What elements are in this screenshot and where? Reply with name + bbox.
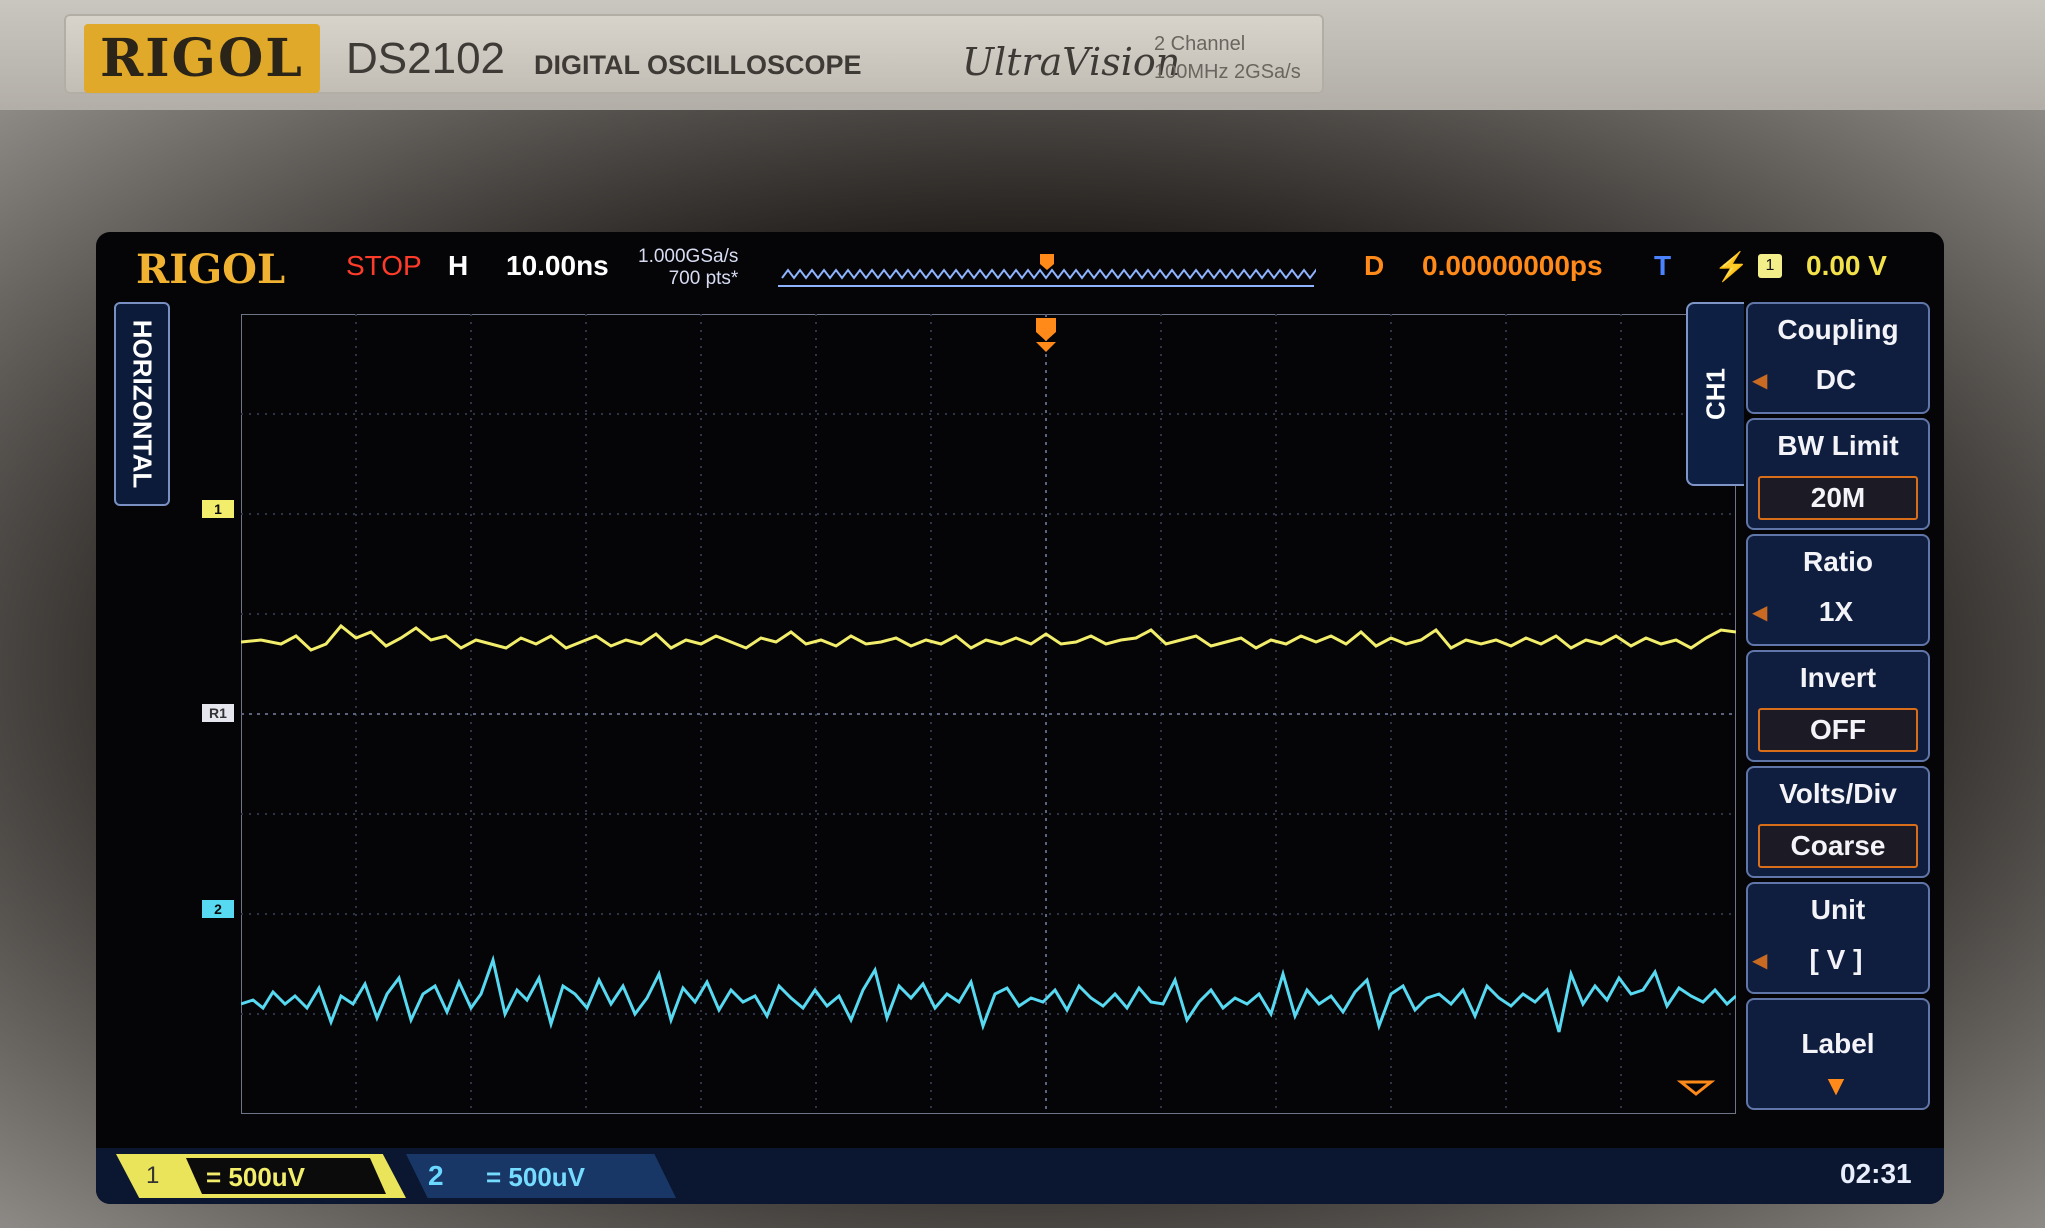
spec-channels: 2 Channel bbox=[1154, 33, 1246, 55]
ch2-offset-marker[interactable]: 2 bbox=[202, 900, 234, 918]
acquisition-info: 1.000GSa/s 700 pts* bbox=[638, 246, 738, 290]
menu-item-label[interactable]: Label ▼ bbox=[1746, 998, 1930, 1110]
coupling-label: Coupling bbox=[1777, 314, 1899, 345]
system-clock: 02:31 bbox=[1840, 1158, 1912, 1189]
horizontal-menu-tab[interactable]: HORIZONTAL bbox=[114, 302, 170, 506]
sample-rate: 1.000GSa/s bbox=[638, 246, 739, 267]
ch1-scale-box: = 500uV bbox=[186, 1158, 386, 1194]
status-bar: RIGOL STOP H 10.00ns 1.000GSa/s 700 pts*… bbox=[96, 232, 1944, 306]
delay-value[interactable]: 0.00000000ps bbox=[1422, 250, 1603, 282]
label-label: Label bbox=[1801, 1028, 1875, 1059]
trigger-label: T bbox=[1654, 250, 1672, 281]
device-spec: 2 Channel 100MHz 2GSa/s bbox=[1154, 30, 1301, 86]
ch1-menu-tab[interactable]: CH1 bbox=[1686, 302, 1744, 486]
ch1-scale-value: = 500uV bbox=[206, 1162, 306, 1192]
menu-item-ratio[interactable]: Ratio ◀ 1X bbox=[1746, 534, 1930, 646]
ch1-waveform bbox=[241, 623, 1736, 652]
menu-item-volts-div[interactable]: Volts/Div Coarse bbox=[1746, 766, 1930, 878]
model-name: DS2102 bbox=[346, 34, 506, 83]
channel-status-bar: 1 = 500uV 2 = 500uV 02:31 bbox=[96, 1148, 1944, 1204]
chevron-down-icon: ▼ bbox=[1822, 1070, 1850, 1101]
ch2-scale-chip[interactable]: 2 = 500uV bbox=[406, 1154, 676, 1198]
menu-item-bw-limit[interactable]: BW Limit 20M bbox=[1746, 418, 1930, 530]
rigol-logo: RIGOL bbox=[84, 24, 320, 93]
trigger-source-badge: 1 bbox=[1758, 254, 1782, 278]
ratio-label: Ratio bbox=[1803, 546, 1873, 577]
ch1-offset-marker[interactable]: 1 bbox=[202, 500, 234, 518]
scope-screen: RIGOL STOP H 10.00ns 1.000GSa/s 700 pts*… bbox=[96, 232, 1944, 1204]
menu-item-unit[interactable]: Unit ◀ [ V ] bbox=[1746, 882, 1930, 994]
horizontal-label: H bbox=[448, 250, 469, 281]
ch1-scale-chip[interactable]: 1 = 500uV bbox=[116, 1154, 406, 1198]
bw-limit-value: 20M bbox=[1758, 476, 1918, 520]
invert-value: OFF bbox=[1758, 708, 1918, 752]
spec-perf: 100MHz 2GSa/s bbox=[1154, 61, 1301, 83]
ch1-number: 1 bbox=[146, 1162, 160, 1189]
rising-edge-icon: ⚡ bbox=[1714, 251, 1749, 282]
ch2-scale-value: = 500uV bbox=[486, 1162, 586, 1192]
volts-div-label: Volts/Div bbox=[1779, 778, 1897, 809]
invert-label: Invert bbox=[1799, 662, 1877, 693]
screen-logo: RIGOL bbox=[136, 246, 286, 293]
ch1-tab-label: CH1 bbox=[1700, 367, 1731, 421]
delay-label: D bbox=[1364, 250, 1385, 281]
trigger-level[interactable]: 0.00 V bbox=[1806, 250, 1887, 282]
series-name: UltraVision bbox=[962, 40, 1181, 84]
horizontal-tab-label: HORIZONTAL bbox=[127, 319, 158, 489]
menu-item-invert[interactable]: Invert OFF bbox=[1746, 650, 1930, 762]
device-description: DIGITAL OSCILLOSCOPE bbox=[534, 50, 862, 80]
memory-overview-trace bbox=[781, 268, 1316, 280]
brand-strip: RIGOL DS2102 DIGITAL OSCILLOSCOPE UltraV… bbox=[64, 14, 1324, 94]
unit-label: Unit bbox=[1810, 894, 1866, 925]
trigger-time-marker[interactable] bbox=[1036, 318, 1056, 352]
memory-depth: 700 pts* bbox=[668, 268, 739, 289]
channel-menu: CH1 Coupling ◀ DC BW Limit 20M Ratio ◀ 1… bbox=[1686, 302, 1930, 1128]
timebase-value[interactable]: 10.00ns bbox=[506, 250, 609, 282]
run-stop-status[interactable]: STOP bbox=[346, 250, 422, 282]
menu-item-coupling[interactable]: Coupling ◀ DC bbox=[1746, 302, 1930, 414]
unit-value: [ V ] bbox=[1809, 944, 1863, 975]
trigger-position-marker bbox=[1040, 254, 1054, 270]
coupling-value: DC bbox=[1815, 364, 1857, 395]
ch2-waveform bbox=[241, 954, 1736, 1033]
ratio-value: 1X bbox=[1818, 596, 1854, 627]
waveform-graticule[interactable] bbox=[241, 314, 1736, 1114]
memory-overview-waveform[interactable] bbox=[776, 252, 1316, 292]
bw-limit-label: BW Limit bbox=[1777, 430, 1899, 461]
ref1-marker[interactable]: R1 bbox=[202, 704, 234, 722]
ch2-number: 2 bbox=[428, 1160, 444, 1191]
volts-div-value: Coarse bbox=[1758, 824, 1918, 868]
